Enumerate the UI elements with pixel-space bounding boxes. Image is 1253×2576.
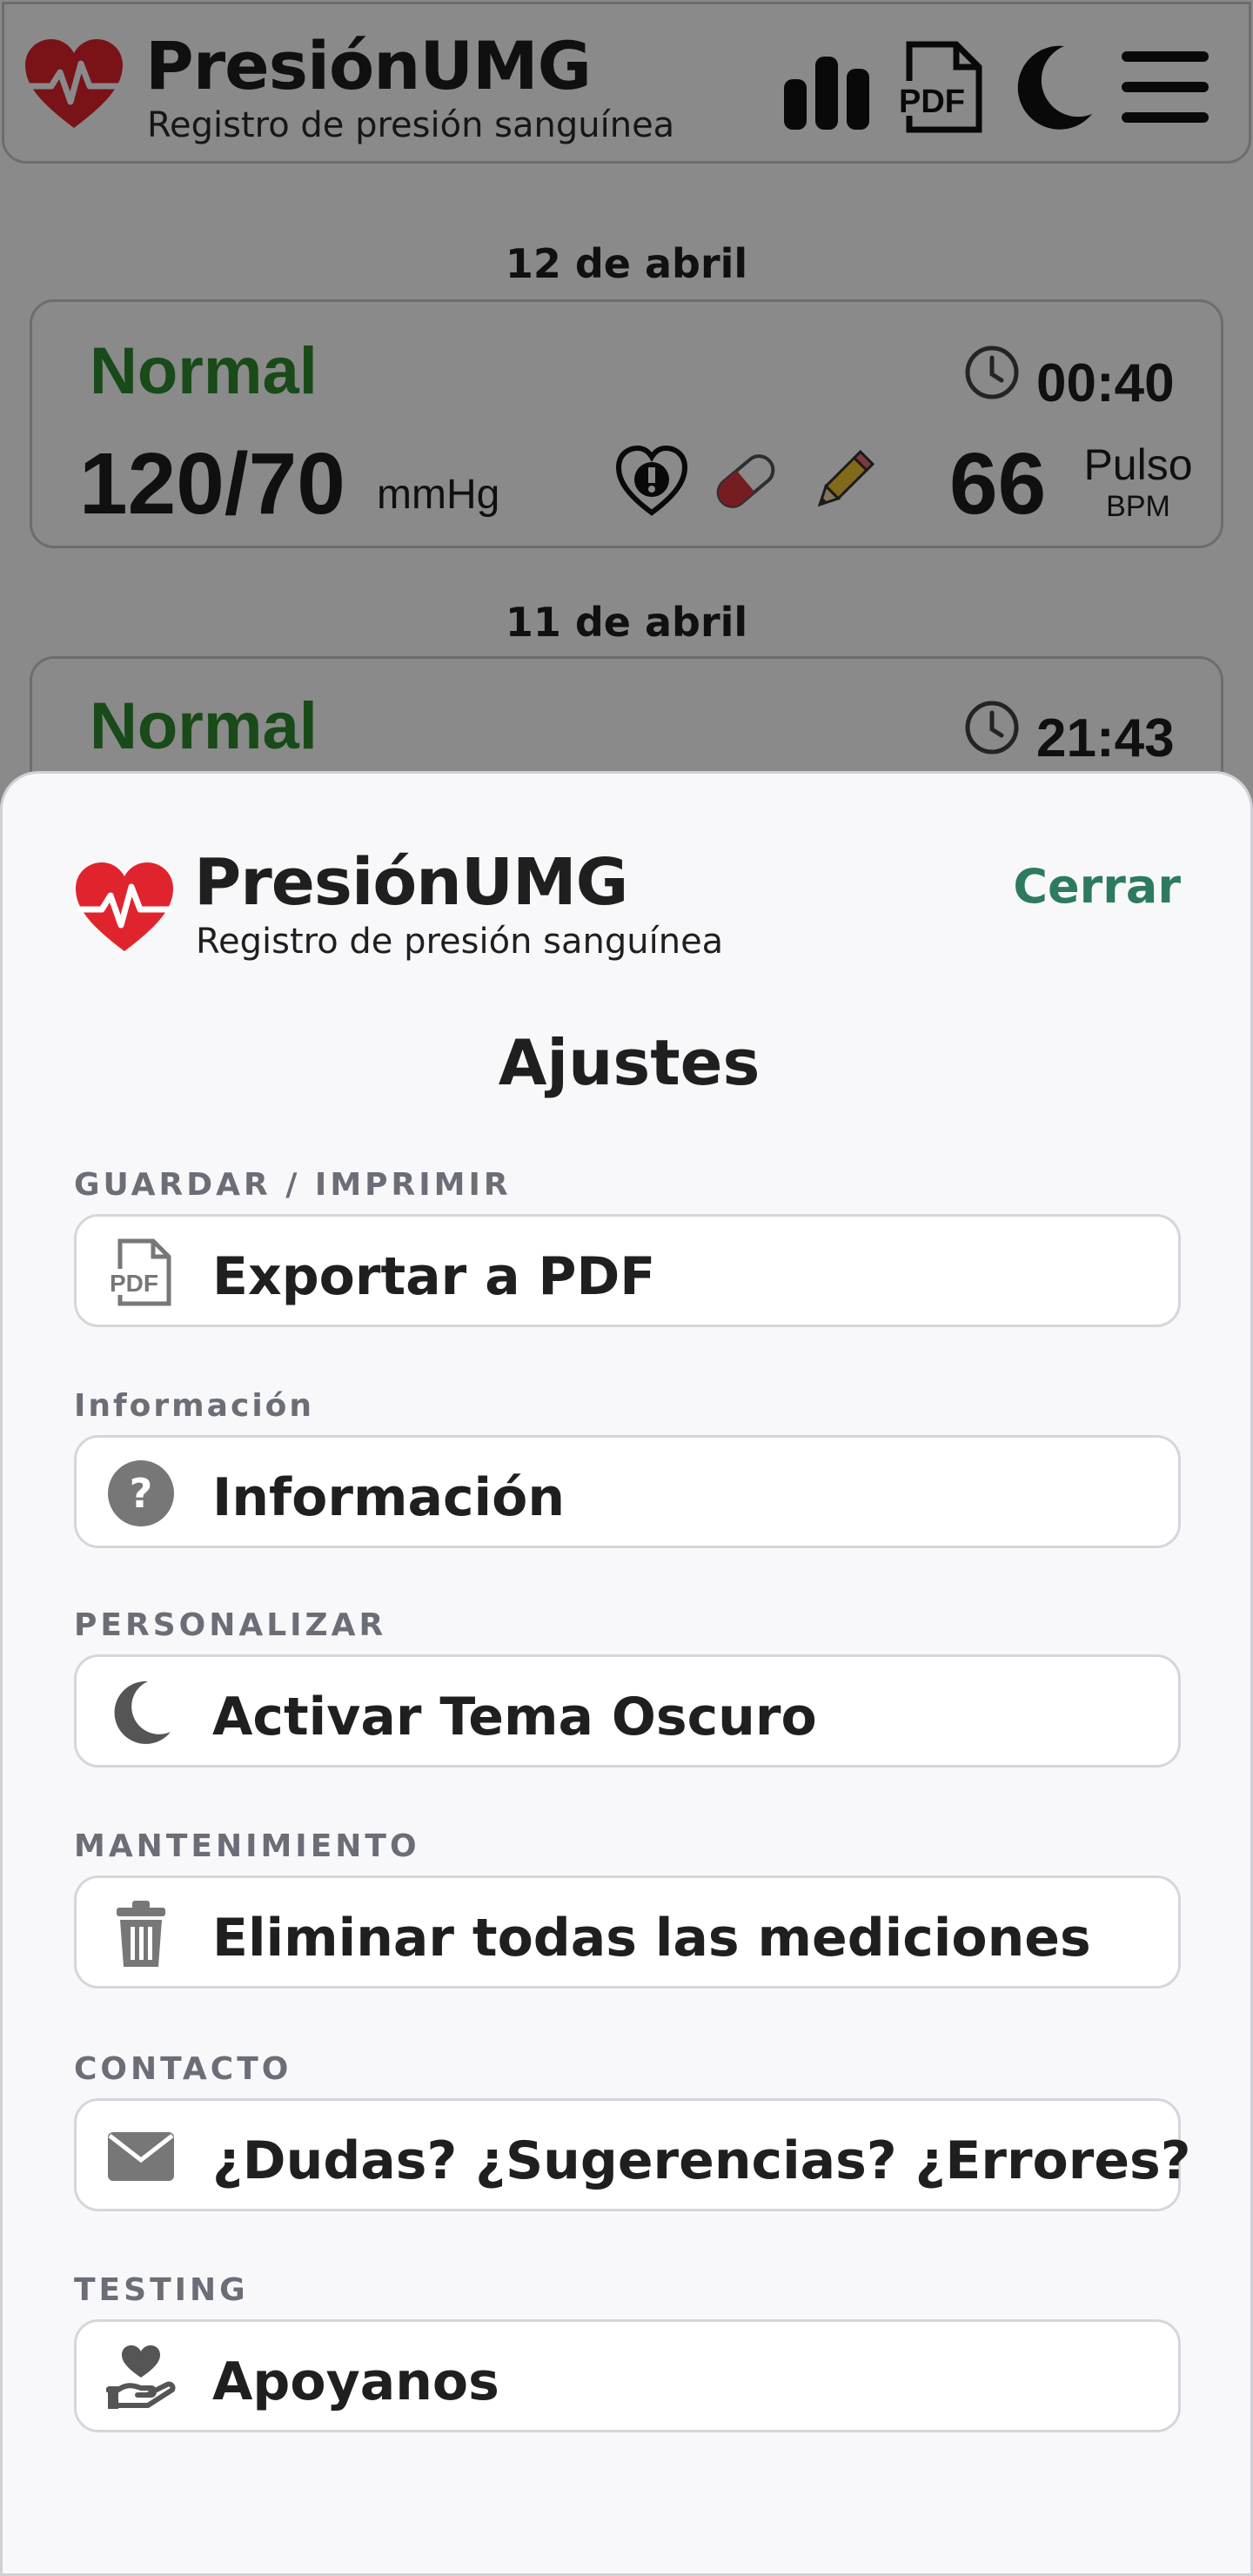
export-pdf-button[interactable]: PDF Exportar a PDF xyxy=(74,1214,1181,1327)
question-icon: ? xyxy=(108,1460,174,1526)
contact-label: ¿Dudas? ¿Sugerencias? ¿Errores? xyxy=(212,2130,1191,2191)
envelope-icon xyxy=(108,2132,174,2181)
trash-icon xyxy=(117,1901,165,1967)
dark-theme-button[interactable]: Activar Tema Oscuro xyxy=(74,1654,1181,1768)
export-pdf-label: Exportar a PDF xyxy=(212,1246,656,1307)
delete-all-label: Eliminar todas las mediciones xyxy=(212,1908,1091,1969)
pdf-icon: PDF xyxy=(108,1238,171,1306)
contact-button[interactable]: ¿Dudas? ¿Sugerencias? ¿Errores? xyxy=(74,2098,1191,2211)
app-subtitle: Registro de presión sanguínea xyxy=(196,922,724,962)
section-label-testing: TESTING xyxy=(74,2272,249,2308)
support-button[interactable]: Apoyanos xyxy=(74,2319,1181,2432)
section-label-contacto: CONTACTO xyxy=(74,2051,292,2087)
moon-icon xyxy=(114,1680,171,1744)
svg-text:?: ? xyxy=(130,1470,153,1517)
support-label: Apoyanos xyxy=(212,2351,499,2412)
information-label: Información xyxy=(212,1467,566,1528)
settings-sheet: PresiónUMG Registro de presión sanguínea… xyxy=(0,771,1253,2576)
section-label-personalizar: PERSONALIZAR xyxy=(74,1607,387,1643)
hand-heart-icon xyxy=(106,2345,176,2409)
settings-title: Ajustes xyxy=(498,1026,761,1099)
close-button[interactable]: Cerrar xyxy=(1013,859,1181,914)
app-title: PresiónUMG xyxy=(194,845,628,920)
information-button[interactable]: ? Información xyxy=(74,1435,1181,1548)
heart-pulse-logo-icon xyxy=(76,862,173,951)
section-label-informacion: Información xyxy=(74,1388,315,1424)
svg-text:PDF: PDF xyxy=(110,1270,158,1297)
dark-theme-label: Activar Tema Oscuro xyxy=(212,1687,817,1748)
section-label-mantenimiento: MANTENIMIENTO xyxy=(74,1828,420,1864)
delete-all-button[interactable]: Eliminar todas las mediciones xyxy=(74,1875,1181,1989)
section-label-guardar: GUARDAR / IMPRIMIR xyxy=(74,1167,512,1203)
